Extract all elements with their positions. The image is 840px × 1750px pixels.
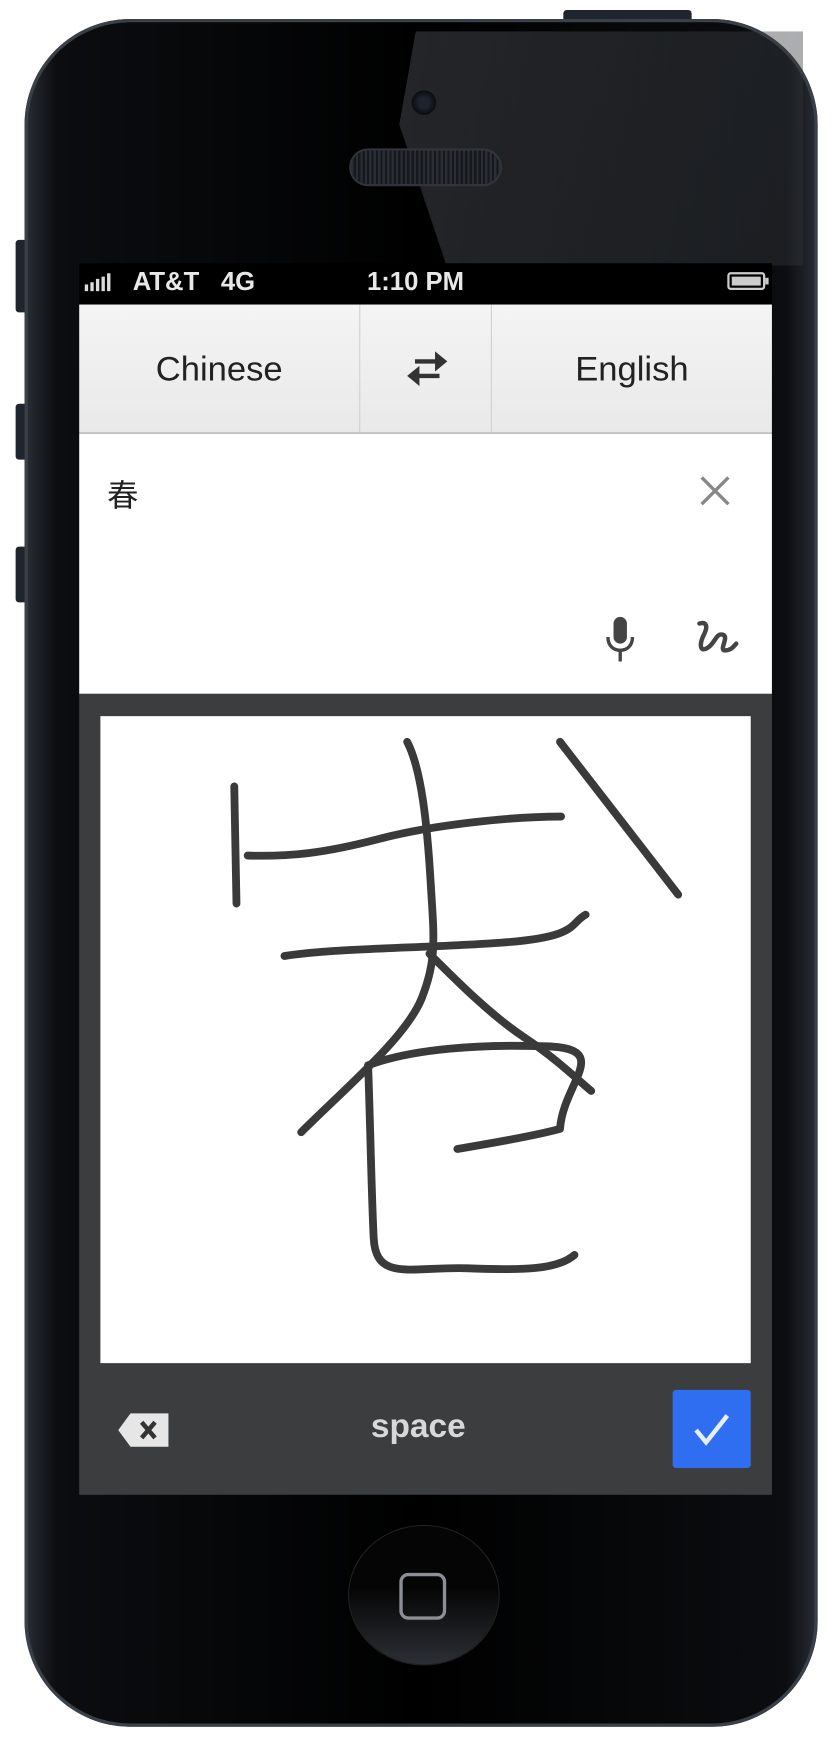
input-text[interactable]: 春 [107, 472, 138, 517]
space-key[interactable]: space [335, 1408, 502, 1446]
home-button[interactable] [349, 1526, 499, 1665]
handwriting-canvas[interactable] [100, 716, 751, 1364]
status-bar: AT&T 4G 1:10 PM [79, 263, 772, 305]
earpiece-speaker [351, 150, 500, 185]
battery-icon [727, 272, 769, 291]
stroke [425, 949, 596, 1095]
target-language-label: English [575, 348, 689, 388]
target-language-button[interactable]: English [490, 304, 772, 433]
stroke [364, 1061, 579, 1274]
source-language-label: Chinese [155, 348, 283, 388]
signal-icon [84, 273, 111, 292]
close-x-icon[interactable] [698, 474, 731, 507]
network-label: 4G [220, 266, 256, 296]
handwritten-strokes [230, 737, 683, 1274]
home-square-icon [399, 1572, 447, 1620]
swap-languages-button[interactable] [359, 304, 491, 433]
carrier-label: AT&T [132, 266, 200, 296]
clock: 1:10 PM [366, 266, 464, 296]
source-language-button[interactable]: Chinese [79, 305, 359, 433]
microphone-icon[interactable] [603, 615, 636, 664]
stroke [230, 782, 241, 908]
confirm-button[interactable] [672, 1389, 751, 1468]
stroke [364, 1041, 585, 1153]
handwriting-squiggle-icon[interactable] [693, 617, 740, 662]
stroke [556, 737, 683, 899]
front-camera [411, 90, 437, 115]
checkmark-icon [694, 1414, 730, 1446]
language-bar: Chinese English [79, 304, 772, 434]
backspace-icon[interactable] [117, 1412, 171, 1448]
input-area[interactable]: 春 [79, 433, 772, 694]
swap-arrows-icon [406, 350, 447, 386]
stroke [243, 812, 566, 860]
